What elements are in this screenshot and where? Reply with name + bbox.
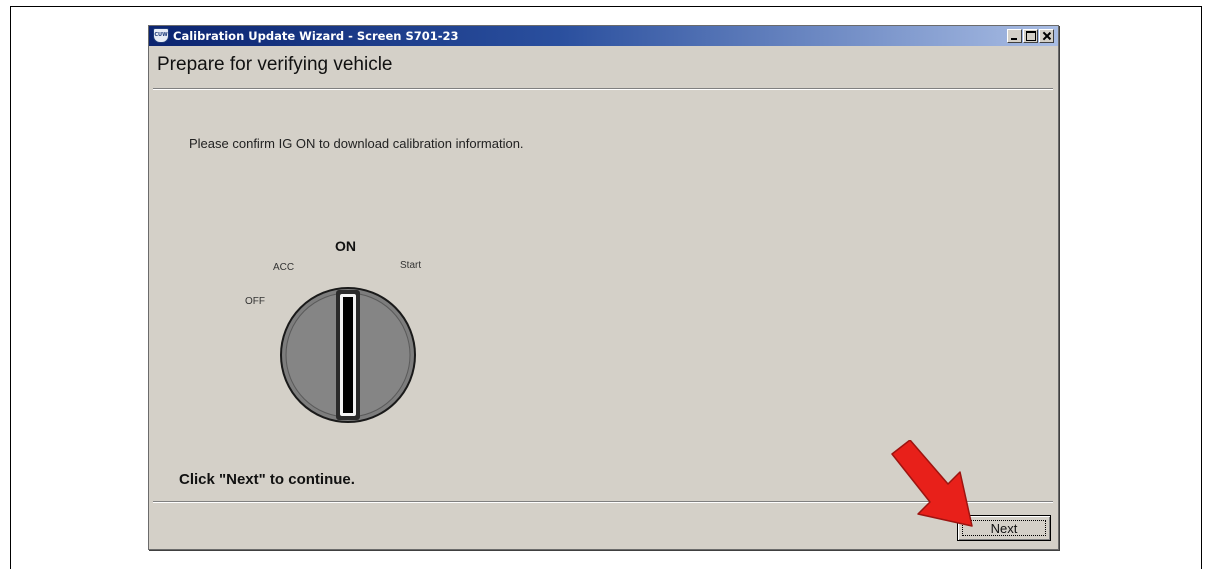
page-heading: Prepare for verifying vehicle <box>157 54 393 75</box>
continue-prompt: Click "Next" to continue. <box>179 471 355 488</box>
window-title: Calibration Update Wizard - Screen S701-… <box>173 29 459 43</box>
ignition-label-acc: ACC <box>273 262 295 273</box>
ignition-label-start: Start <box>400 260 422 271</box>
next-button-label: Next <box>990 520 1018 536</box>
ignition-key-cylinder-icon <box>280 287 416 423</box>
app-icon: CUW <box>153 28 169 43</box>
ignition-label-off: OFF <box>245 296 265 307</box>
ignition-label-on: ON <box>335 238 356 254</box>
heading-divider <box>153 88 1053 90</box>
instruction-text: Please confirm IG ON to download calibra… <box>189 136 524 151</box>
window-controls <box>1007 29 1054 43</box>
red-arrow-icon <box>891 440 973 527</box>
maximize-icon[interactable] <box>1023 29 1038 43</box>
minimize-icon[interactable] <box>1007 29 1022 43</box>
close-icon[interactable] <box>1039 29 1054 43</box>
title-bar[interactable]: CUW Calibration Update Wizard - Screen S… <box>149 26 1058 46</box>
